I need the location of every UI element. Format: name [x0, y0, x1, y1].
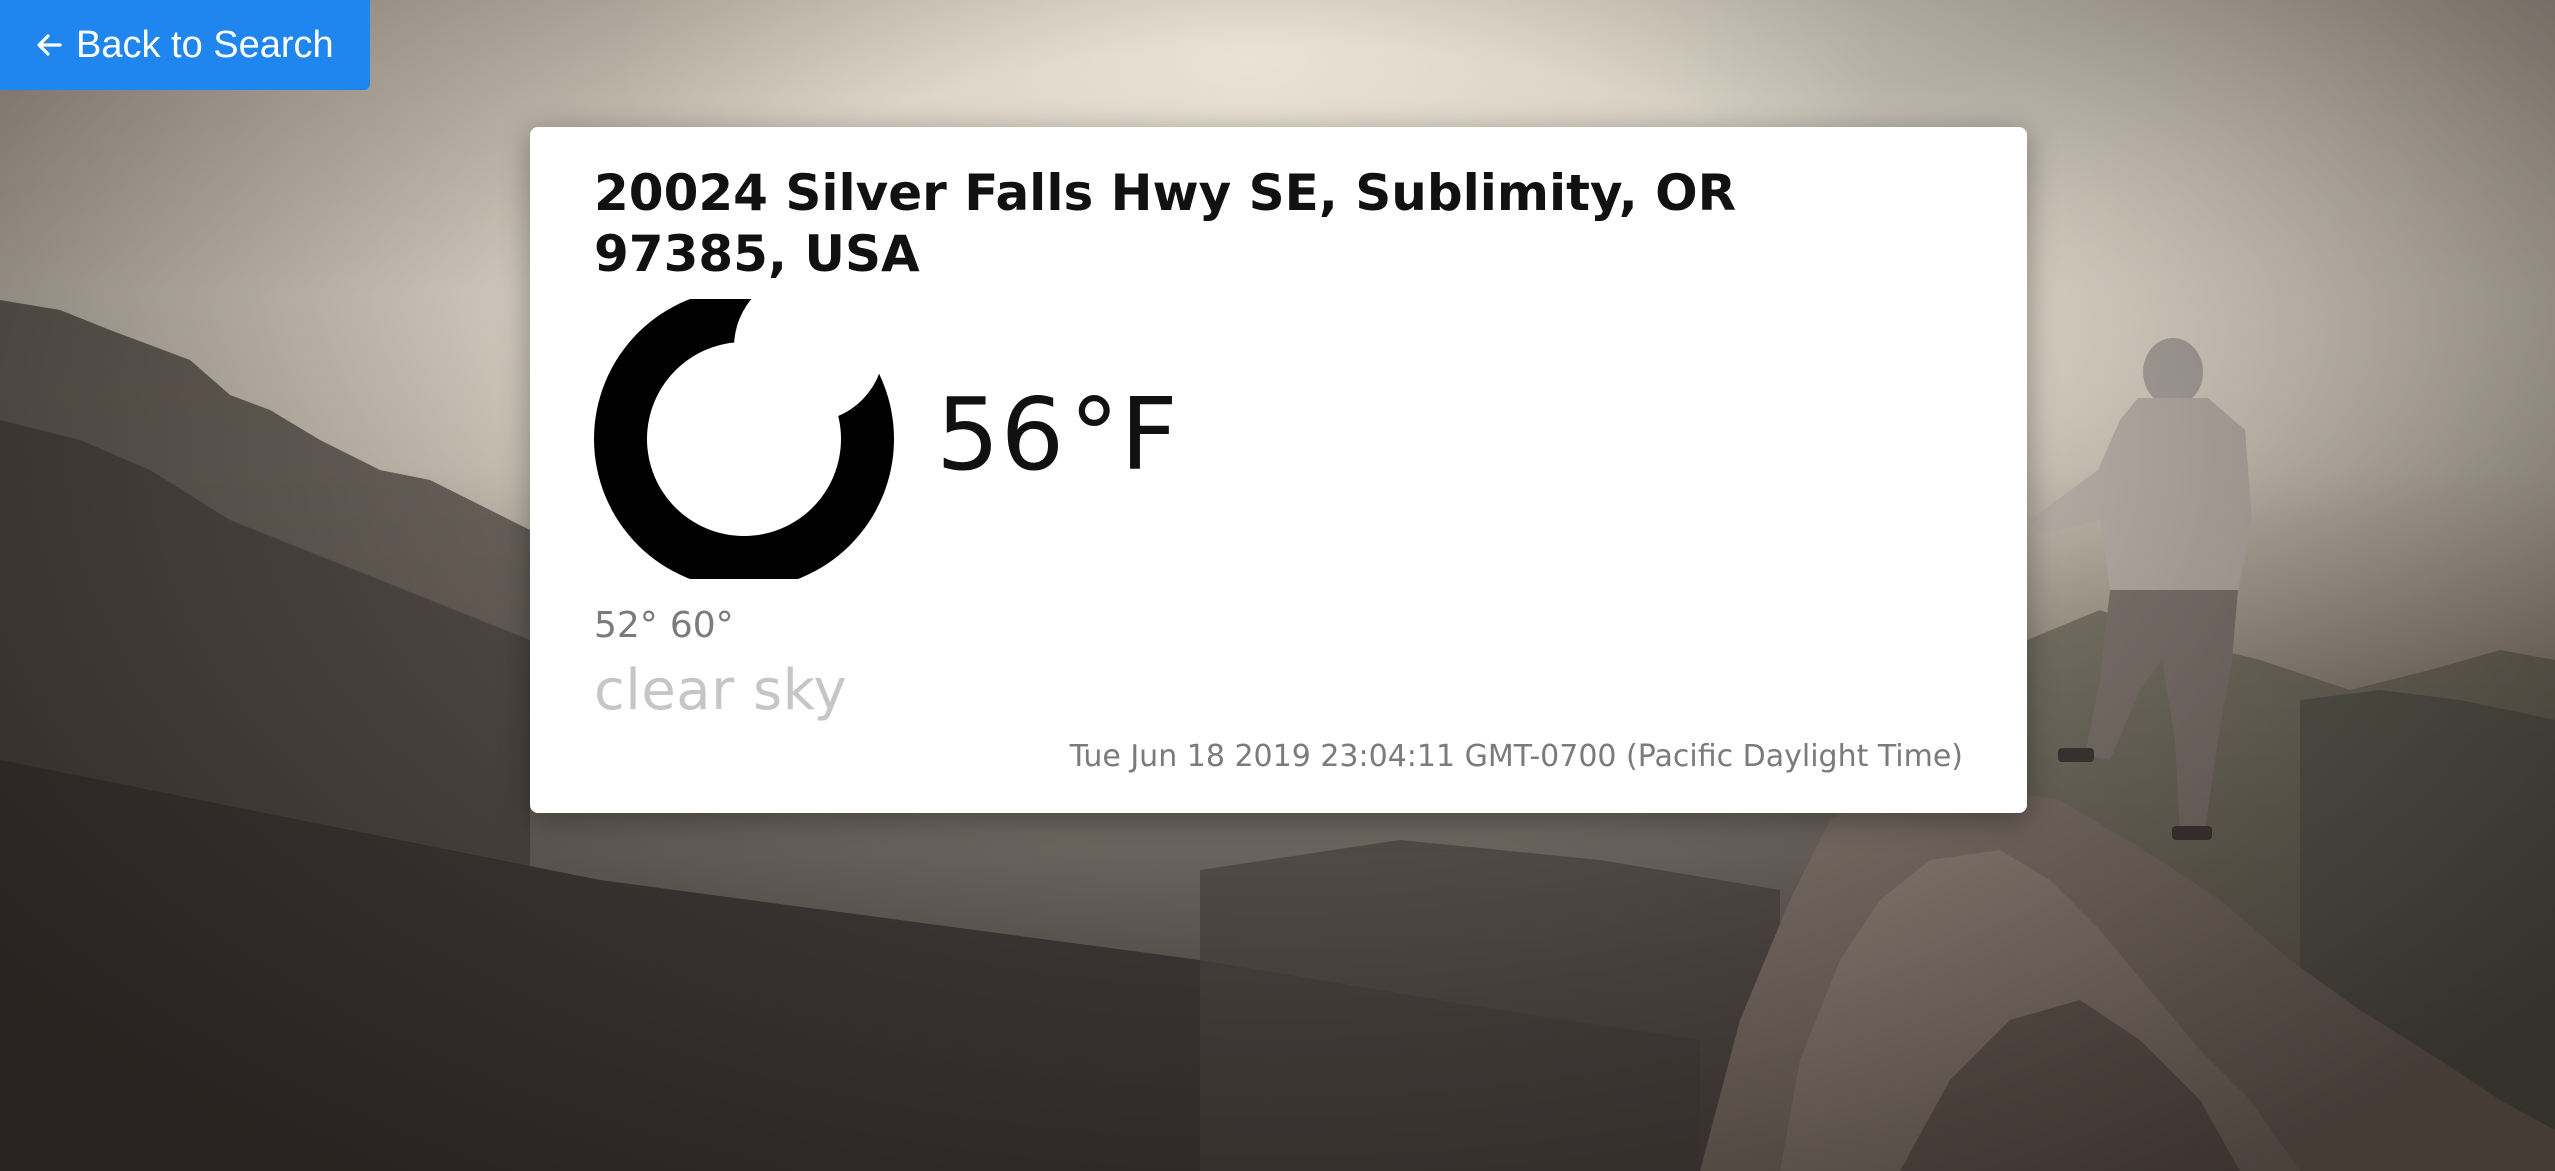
observation-timestamp: Tue Jun 18 2019 23:04:11 GMT-0700 (Pacif… [1069, 739, 1963, 774]
back-to-search-button[interactable]: Back to Search [0, 0, 370, 90]
temperature-min: 52° [594, 605, 658, 646]
location-address: 20024 Silver Falls Hwy SE, Sublimity, OR… [594, 164, 1737, 283]
back-button-label: Back to Search [76, 23, 334, 66]
temperature-unit: °F [1069, 375, 1179, 493]
current-temperature: 56°F [936, 376, 1179, 493]
temperature-max: 60° [669, 605, 734, 646]
arrow-left-icon [37, 34, 62, 56]
moon-clear-night-icon [594, 299, 894, 579]
weather-card: 20024 Silver Falls Hwy SE, Sublimity, OR… [530, 127, 2027, 813]
temperature-range: 52° 60° [594, 605, 1963, 646]
temperature-value: 56 [936, 375, 1066, 493]
weather-description: clear sky [594, 658, 848, 723]
current-conditions: 56°F [594, 299, 1963, 579]
